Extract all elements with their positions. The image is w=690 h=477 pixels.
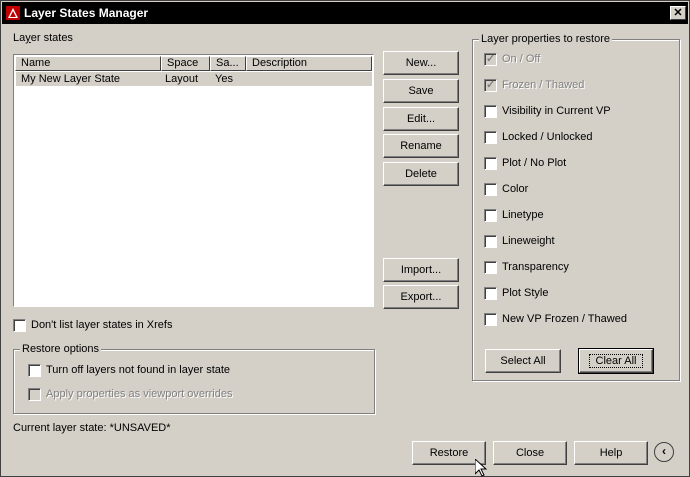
- layer-states-manager-dialog: Layer States Manager ✕ Layer states Name…: [0, 0, 690, 477]
- prop-linetype-label: Linetype: [502, 209, 544, 221]
- prop-frozen-thawed-checkbox[interactable]: ✓: [484, 79, 497, 92]
- turn-off-layers-label: Turn off layers not found in layer state: [46, 364, 231, 376]
- export-button[interactable]: Export...: [383, 285, 459, 309]
- current-layer-state: Current layer state: *UNSAVED*: [13, 422, 171, 434]
- prop-locked-checkbox[interactable]: [484, 131, 497, 144]
- prop-plot-label: Plot / No Plot: [502, 157, 567, 169]
- prop-linetype-checkbox[interactable]: [484, 209, 497, 222]
- row-saved: Yes: [215, 73, 233, 85]
- layer-states-label: Layer states: [13, 32, 73, 44]
- row-space: Layout: [165, 73, 199, 85]
- import-button[interactable]: Import...: [383, 258, 459, 282]
- prop-transparency-checkbox[interactable]: [484, 261, 497, 274]
- close-icon[interactable]: ✕: [670, 6, 686, 20]
- delete-button[interactable]: Delete: [383, 162, 459, 186]
- apply-viewport-label: Apply properties as viewport overrides: [46, 388, 233, 400]
- mouse-pointer-icon: [475, 459, 487, 477]
- column-header-name[interactable]: Name: [15, 56, 161, 71]
- rename-button[interactable]: Rename: [383, 134, 459, 158]
- prop-visibility-vp-label: Visibility in Current VP: [502, 105, 611, 117]
- close-button[interactable]: Close: [493, 441, 567, 465]
- edit-button[interactable]: Edit...: [383, 107, 459, 131]
- clear-all-button[interactable]: Clear All: [578, 348, 654, 374]
- dont-list-xrefs-label: Don't list layer states in Xrefs: [31, 319, 173, 331]
- restore-options-group: [13, 349, 375, 414]
- window-title: Layer States Manager: [24, 6, 149, 20]
- column-header-description[interactable]: Description: [246, 56, 372, 71]
- turn-off-layers-checkbox[interactable]: [28, 364, 41, 377]
- prop-on-off-checkbox[interactable]: ✓: [484, 53, 497, 66]
- help-button[interactable]: Help: [574, 441, 648, 465]
- collapse-chevron-icon[interactable]: ‹: [654, 442, 674, 462]
- restore-options-title: Restore options: [20, 343, 102, 355]
- apply-viewport-checkbox[interactable]: [28, 388, 41, 401]
- column-header-saved[interactable]: Sa...: [210, 56, 246, 71]
- row-name: My New Layer State: [21, 73, 121, 85]
- prop-lineweight-label: Lineweight: [502, 235, 555, 247]
- column-header-space[interactable]: Space: [161, 56, 210, 71]
- prop-on-off-label: On / Off: [502, 53, 541, 65]
- prop-lineweight-checkbox[interactable]: [484, 235, 497, 248]
- prop-plot-style-label: Plot Style: [502, 287, 549, 299]
- autocad-app-icon: [6, 6, 20, 20]
- save-button[interactable]: Save: [383, 79, 459, 103]
- new-button[interactable]: New...: [383, 51, 459, 75]
- prop-plot-style-checkbox[interactable]: [484, 287, 497, 300]
- table-row[interactable]: My New Layer State Layout Yes: [16, 72, 372, 86]
- prop-visibility-vp-checkbox[interactable]: [484, 105, 497, 118]
- dont-list-xrefs-checkbox[interactable]: [13, 319, 26, 332]
- prop-color-checkbox[interactable]: [484, 183, 497, 196]
- title-bar[interactable]: Layer States Manager ✕: [2, 2, 688, 24]
- prop-locked-label: Locked / Unlocked: [502, 131, 593, 143]
- list-header: Name Space Sa... Description: [15, 56, 372, 71]
- prop-color-label: Color: [502, 183, 529, 195]
- layer-properties-title: Layer properties to restore: [479, 33, 613, 45]
- prop-transparency-label: Transparency: [502, 261, 569, 273]
- prop-new-vp-frozen-checkbox[interactable]: [484, 313, 497, 326]
- prop-plot-checkbox[interactable]: [484, 157, 497, 170]
- layer-states-list[interactable]: Name Space Sa... Description My New Laye…: [13, 54, 374, 307]
- prop-frozen-thawed-label: Frozen / Thawed: [502, 79, 585, 91]
- select-all-button[interactable]: Select All: [485, 349, 561, 373]
- prop-new-vp-frozen-label: New VP Frozen / Thawed: [502, 313, 627, 325]
